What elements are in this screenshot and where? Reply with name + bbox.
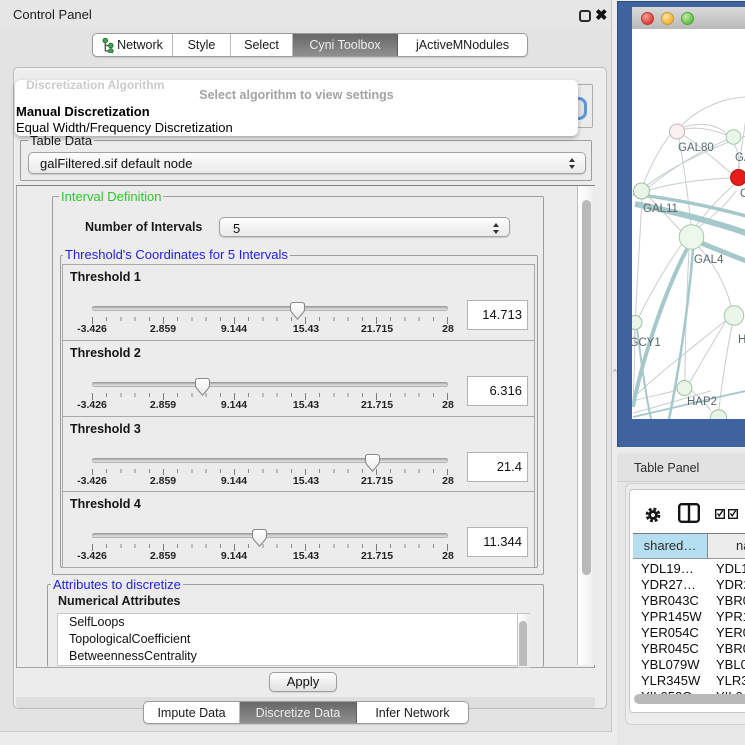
svg-text:GAL4: GAL4	[694, 254, 724, 266]
svg-text:GAL80: GAL80	[678, 142, 714, 154]
svg-text:GAL: GAL	[735, 152, 745, 164]
svg-text:H: H	[738, 334, 745, 346]
svg-text:GCY1: GCY1	[632, 337, 661, 349]
svg-text:CY: CY	[740, 188, 745, 200]
svg-text:HAP2: HAP2	[687, 396, 717, 408]
svg-text:GAL11: GAL11	[643, 203, 678, 215]
